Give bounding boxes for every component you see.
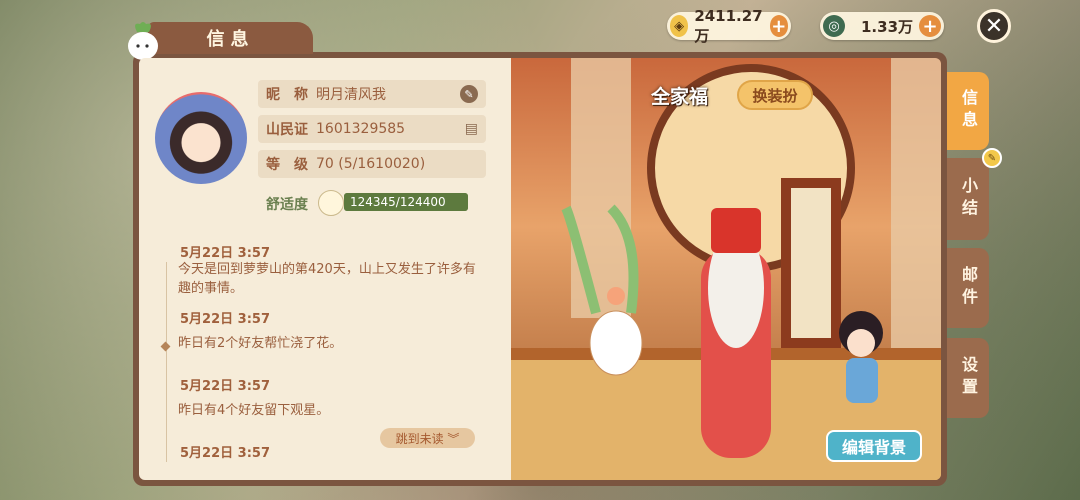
add-jade-button[interactable]: + [919, 15, 941, 37]
panel-title: 信息 [148, 22, 313, 54]
comfort-label: 舒适度 [266, 197, 308, 213]
scene-illustration [511, 58, 941, 480]
close-button[interactable]: ✕ [977, 9, 1011, 43]
log-time: 5月22日 3:57 [180, 246, 270, 261]
coin-icon: ◈ [670, 15, 689, 37]
tab-mail[interactable]: 邮件 [947, 248, 989, 328]
nickname-value: 明月清风我 [316, 87, 386, 103]
log-timeline [166, 262, 167, 462]
level-row: 等 级 70 (5/1610020) [258, 150, 486, 178]
tab-info[interactable]: 信息 [947, 72, 989, 150]
edit-nickname-icon[interactable]: ✎ [460, 85, 478, 103]
jade-value: 1.33万 [861, 17, 914, 36]
jump-unread-label: 跳到未读 [395, 431, 444, 446]
comfort-bar: 124345/124400 [344, 193, 468, 211]
sprout-icon [318, 190, 344, 216]
double-chevron-down-icon: ︾ [447, 431, 460, 446]
level-label: 等 级 [266, 157, 308, 173]
close-icon: ✕ [984, 13, 1004, 39]
family-photo-scene [511, 58, 941, 480]
gold-value: 2411.27万 [694, 6, 763, 45]
add-gold-button[interactable]: + [769, 15, 788, 37]
tab-summary[interactable]: 小结 [947, 158, 989, 240]
jade-icon: ◎ [823, 15, 845, 37]
level-value: 70 (5/1610020) [316, 156, 426, 172]
id-label: 山民证 [266, 122, 308, 138]
log-time: 5月22日 3:57 [180, 446, 270, 461]
gold-currency: ◈ 2411.27万 + [667, 7, 791, 45]
player-avatar[interactable] [155, 92, 247, 184]
edit-background-button[interactable]: 编辑背景 [826, 430, 922, 462]
jump-unread-button[interactable]: 跳到未读 ︾ [380, 428, 475, 448]
id-row: 山民证 1601329585 ▤ [258, 115, 486, 143]
nickname-row: 昵 称 明月清风我 ✎ [258, 80, 486, 108]
log-time: 5月22日 3:57 [180, 379, 270, 394]
copy-id-icon[interactable]: ▤ [465, 121, 478, 137]
log-time: 5月22日 3:57 [180, 312, 270, 327]
log-text: 今天是回到萝萝山的第420天，山上又发生了许多有趣的事情。 [178, 262, 476, 296]
nickname-label: 昵 称 [266, 87, 308, 103]
log-text: 昨日有2个好友帮忙浇了花。 [178, 336, 343, 351]
id-value: 1601329585 [316, 121, 406, 137]
tab-settings[interactable]: 设置 [947, 338, 989, 418]
pencil-badge-icon: ✎ [982, 148, 1002, 168]
comfort-value: 124345/124400 [350, 195, 446, 209]
log-text: 昨日有4个好友留下观星。 [178, 403, 330, 418]
scene-title: 全家福 [651, 86, 709, 108]
change-outfit-button[interactable]: 换装扮 [737, 80, 813, 110]
jade-currency: ◎ 1.33万 + [820, 12, 944, 40]
